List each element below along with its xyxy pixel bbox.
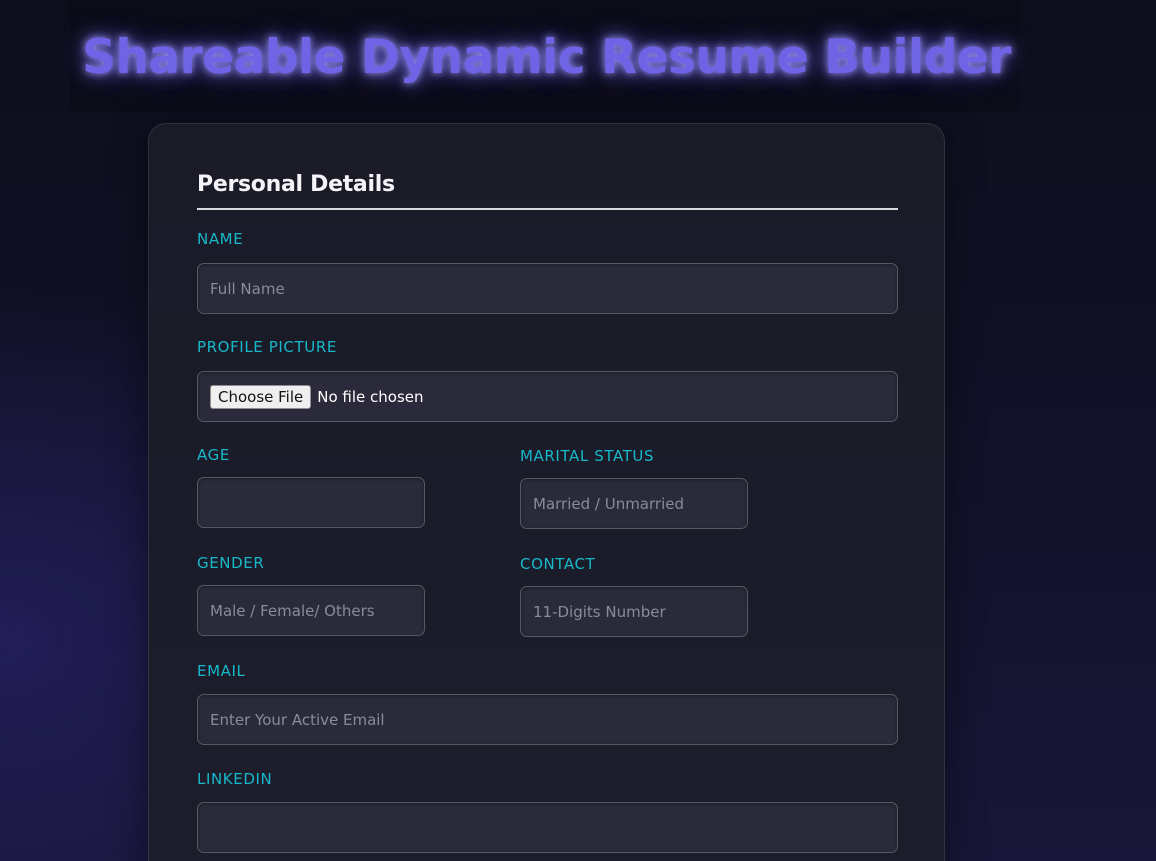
age-label: AGE [197,446,230,464]
resume-form-card: Personal Details NAME PROFILE PICTURE Ch… [148,123,945,861]
gender-input[interactable] [198,586,424,635]
marital-status-input[interactable] [521,479,747,528]
contact-field-box [520,586,748,637]
file-input-row: Choose File No file chosen [198,372,897,421]
page-title: Shareable Dynamic Resume Builder [82,30,1011,85]
email-field-box [197,694,898,745]
choose-file-button[interactable]: Choose File [210,384,312,409]
section-title-personal-details: Personal Details [197,172,395,197]
linkedin-input[interactable] [198,803,897,852]
linkedin-label: LINKEDIN [197,770,273,788]
file-status-text: No file chosen [317,387,424,406]
name-input[interactable] [198,264,897,313]
gender-field-box [197,585,425,636]
gender-label: GENDER [197,554,265,572]
age-input[interactable] [198,478,424,527]
contact-label: CONTACT [520,555,596,573]
age-field-box [197,477,425,528]
marital-status-label: MARITAL STATUS [520,447,655,465]
contact-input[interactable] [521,587,747,636]
linkedin-field-box [197,802,898,853]
profile-picture-field: Choose File No file chosen [197,371,898,422]
section-divider [197,208,898,210]
marital-status-field-box [520,478,748,529]
name-field-box [197,263,898,314]
email-input[interactable] [198,695,897,744]
email-label: EMAIL [197,662,246,680]
name-label: NAME [197,230,244,248]
profile-picture-label: PROFILE PICTURE [197,338,337,356]
